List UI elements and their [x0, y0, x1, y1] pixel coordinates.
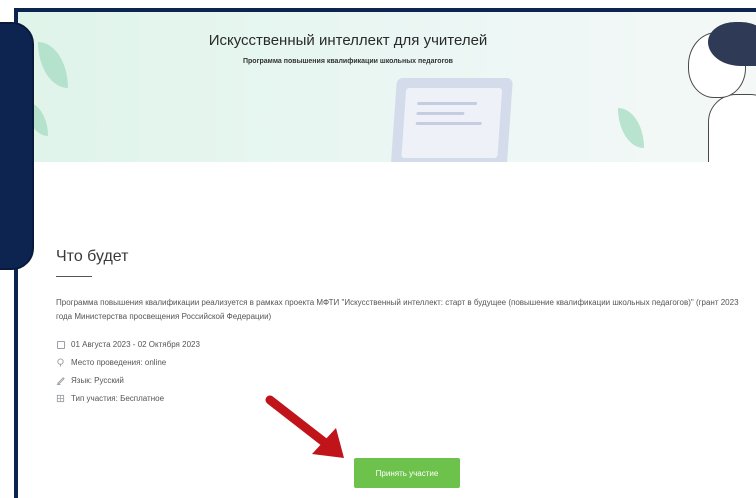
tablet-illustration	[391, 78, 513, 162]
location-text: Место проведения: online	[71, 358, 167, 367]
detail-language: Язык: Русский	[56, 376, 124, 385]
course-title: Искусственный интеллект для учителей	[208, 32, 488, 49]
section-underline	[56, 276, 92, 277]
tablet-line	[417, 102, 478, 105]
tablet-line	[416, 112, 465, 115]
tablet-screen	[401, 88, 503, 158]
page-frame: Искусственный интеллект для учителей Про…	[14, 8, 756, 498]
ticket-icon	[56, 394, 65, 403]
side-tab	[0, 22, 34, 270]
language-text: Язык: Русский	[71, 376, 124, 385]
location-pin-icon	[56, 358, 65, 367]
course-banner: Искусственный интеллект для учителей Про…	[18, 12, 756, 162]
course-description: Программа повышения квалификации реализу…	[56, 298, 739, 321]
calendar-icon	[56, 340, 65, 349]
section-title: Что будет	[56, 248, 129, 265]
participation-text: Тип участия: Бесплатное	[71, 394, 165, 403]
detail-location: Место проведения: online	[56, 358, 166, 367]
dates-text: 01 Августа 2023 - 02 Октября 2023	[71, 340, 200, 349]
leaf-decoration	[618, 108, 644, 148]
detail-dates: 01 Августа 2023 - 02 Октября 2023	[56, 340, 200, 349]
detail-participation: Тип участия: Бесплатное	[56, 394, 164, 403]
pointer-arrow-icon	[265, 395, 344, 458]
person-illustration-body	[708, 94, 756, 162]
join-button[interactable]: Принять участие	[354, 458, 460, 488]
pen-icon	[56, 376, 65, 385]
course-subtitle: Программа повышения квалификации школьны…	[243, 58, 453, 65]
tablet-line	[415, 122, 482, 125]
